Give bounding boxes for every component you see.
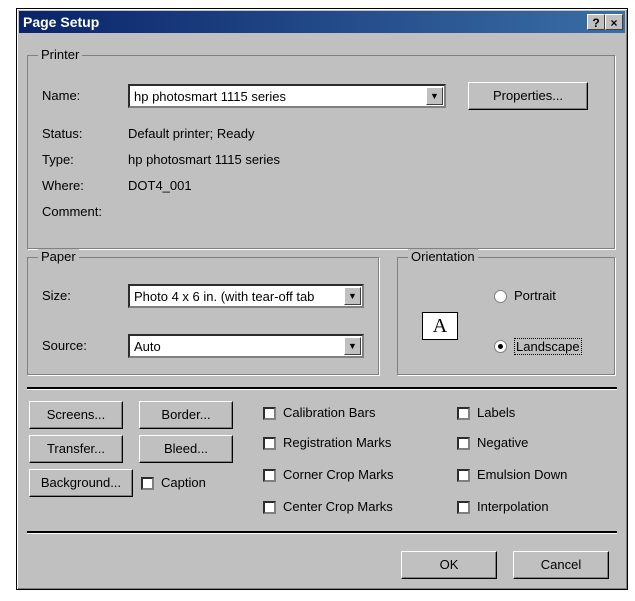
- chevron-down-icon[interactable]: ▼: [344, 337, 361, 355]
- page-setup-dialog: Page Setup ? × Printer Name: hp photosma…: [16, 8, 628, 590]
- paper-source-value: Auto: [134, 339, 161, 354]
- caption-label[interactable]: Caption: [161, 475, 206, 490]
- paper-group-label: Paper: [38, 249, 79, 264]
- emulsion-down-checkbox[interactable]: [457, 469, 470, 482]
- labels-checkbox[interactable]: [457, 407, 470, 420]
- paper-source-select[interactable]: Auto ▼: [128, 334, 364, 358]
- portrait-label[interactable]: Portrait: [514, 288, 556, 303]
- corner-crop-marks-checkbox[interactable]: [263, 469, 276, 482]
- chevron-down-icon[interactable]: ▼: [426, 87, 443, 105]
- printer-group: Printer Name: hp photosmart 1115 series …: [27, 47, 615, 249]
- interpolation-checkbox[interactable]: [457, 501, 470, 514]
- orientation-preview-icon: A: [422, 312, 458, 340]
- transfer-button[interactable]: Transfer...: [29, 435, 123, 463]
- name-label: Name:: [42, 88, 81, 103]
- corner-crop-marks-label[interactable]: Corner Crop Marks: [283, 467, 394, 482]
- printer-name-value: hp photosmart 1115 series: [134, 89, 286, 104]
- center-crop-marks-checkbox[interactable]: [263, 501, 276, 514]
- separator: [27, 387, 617, 390]
- negative-label[interactable]: Negative: [477, 435, 528, 450]
- caption-checkbox[interactable]: [141, 477, 154, 490]
- registration-marks-label[interactable]: Registration Marks: [283, 435, 391, 450]
- where-label: Where:: [42, 178, 84, 193]
- bleed-button[interactable]: Bleed...: [139, 435, 233, 463]
- landscape-radio[interactable]: [494, 340, 507, 353]
- orientation-group: Orientation A Portrait Landscape: [397, 249, 615, 375]
- title-bar[interactable]: Page Setup ? ×: [19, 11, 625, 33]
- interpolation-label[interactable]: Interpolation: [477, 499, 549, 514]
- screens-button[interactable]: Screens...: [29, 401, 123, 429]
- center-crop-marks-label[interactable]: Center Crop Marks: [283, 499, 393, 514]
- chevron-down-icon[interactable]: ▼: [344, 287, 361, 305]
- orientation-group-label: Orientation: [408, 249, 478, 264]
- calibration-bars-checkbox[interactable]: [263, 407, 276, 420]
- negative-checkbox[interactable]: [457, 437, 470, 450]
- close-icon[interactable]: ×: [605, 14, 623, 30]
- cancel-button[interactable]: Cancel: [513, 551, 609, 579]
- landscape-label[interactable]: Landscape: [514, 338, 582, 355]
- source-label: Source:: [42, 338, 87, 353]
- border-button[interactable]: Border...: [139, 401, 233, 429]
- printer-group-label: Printer: [38, 47, 83, 62]
- size-label: Size:: [42, 288, 71, 303]
- type-value: hp photosmart 1115 series: [128, 152, 280, 167]
- paper-group: Paper Size: Photo 4 x 6 in. (with tear-o…: [27, 249, 379, 375]
- where-value: DOT4_001: [128, 178, 192, 193]
- ok-button[interactable]: OK: [401, 551, 497, 579]
- printer-name-select[interactable]: hp photosmart 1115 series ▼: [128, 84, 446, 108]
- separator: [27, 531, 617, 534]
- status-label: Status:: [42, 126, 83, 141]
- window-title: Page Setup: [23, 14, 100, 30]
- help-icon[interactable]: ?: [587, 14, 605, 30]
- paper-size-value: Photo 4 x 6 in. (with tear-off tab: [134, 289, 315, 304]
- status-value: Default printer; Ready: [128, 126, 255, 141]
- type-label: Type:: [42, 152, 74, 167]
- calibration-bars-label[interactable]: Calibration Bars: [283, 405, 376, 420]
- background-button[interactable]: Background...: [29, 469, 133, 497]
- comment-label: Comment:: [42, 204, 102, 219]
- portrait-radio[interactable]: [494, 290, 507, 303]
- labels-label[interactable]: Labels: [477, 405, 515, 420]
- paper-size-select[interactable]: Photo 4 x 6 in. (with tear-off tab ▼: [128, 284, 364, 308]
- registration-marks-checkbox[interactable]: [263, 437, 276, 450]
- properties-button[interactable]: Properties...: [468, 82, 588, 110]
- emulsion-down-label[interactable]: Emulsion Down: [477, 467, 567, 482]
